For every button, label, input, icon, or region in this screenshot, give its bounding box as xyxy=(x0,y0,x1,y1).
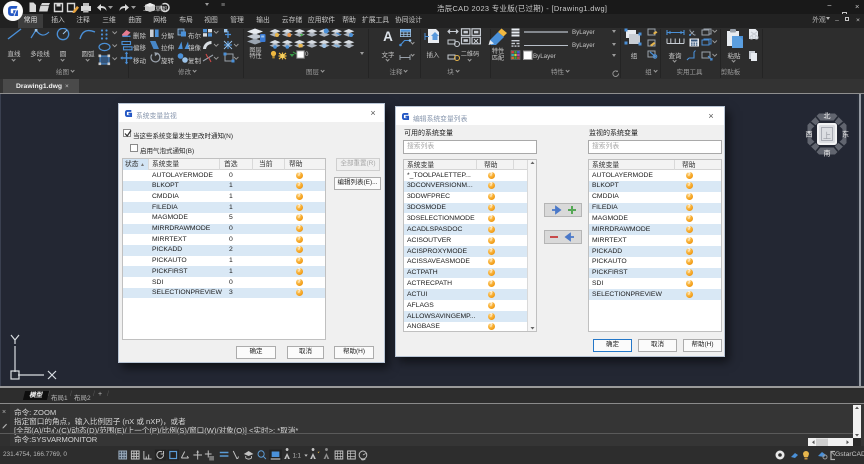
svg-text:南: 南 xyxy=(824,149,831,158)
svg-text:上: 上 xyxy=(823,132,831,141)
svg-text:东: 东 xyxy=(842,130,849,139)
svg-text:北: 北 xyxy=(824,112,831,120)
svg-text:1:1: 1:1 xyxy=(293,453,301,459)
svg-text:西: 西 xyxy=(806,131,813,139)
